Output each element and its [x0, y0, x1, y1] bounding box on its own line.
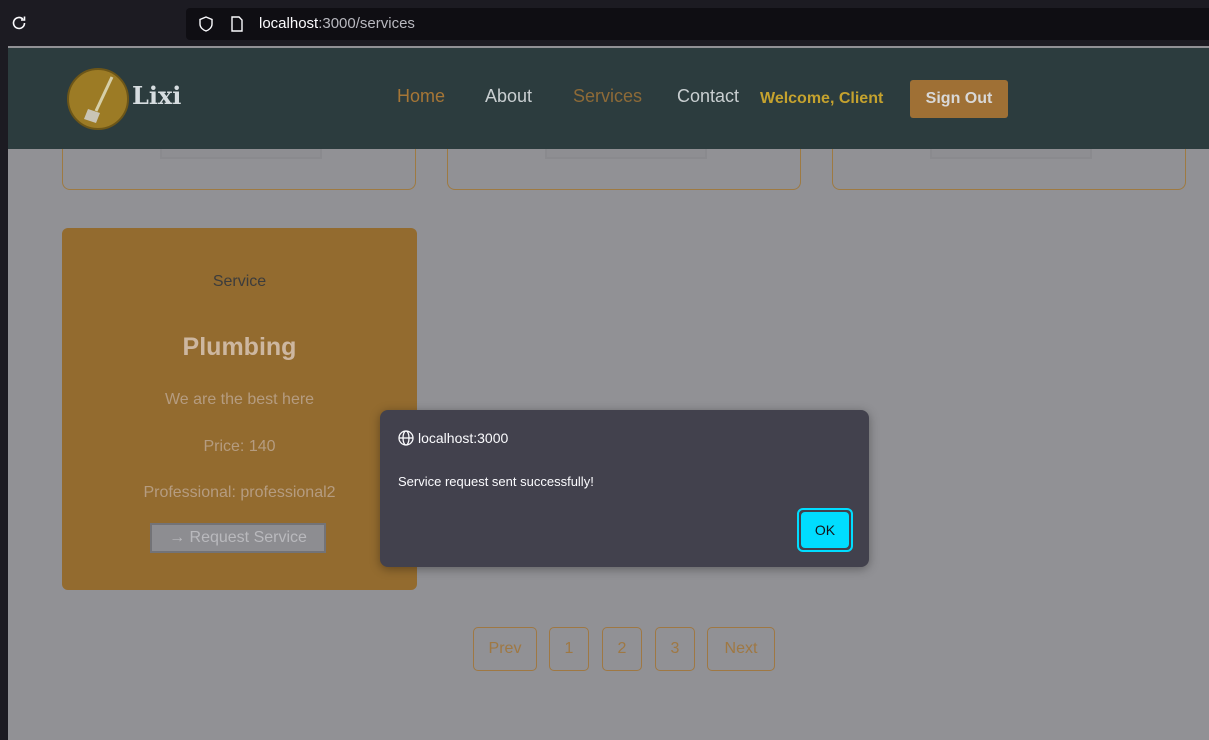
nav-home[interactable]: Home	[397, 86, 445, 107]
page-2-button[interactable]: 2	[602, 627, 642, 671]
prev-page-button[interactable]: Prev	[473, 627, 537, 671]
welcome-text: Welcome, Client	[760, 90, 884, 107]
url-text[interactable]: localhost:3000/services	[259, 15, 415, 32]
nav-about[interactable]: About	[485, 86, 532, 107]
dialog-message: Service request sent successfully!	[398, 474, 594, 489]
request-button-fragment[interactable]	[160, 149, 322, 159]
ok-button-label: OK	[801, 512, 849, 548]
service-price: Price: 140	[203, 438, 276, 455]
request-button-fragment[interactable]	[930, 149, 1092, 159]
page-3-button[interactable]: 3	[655, 627, 695, 671]
service-card: Service Plumbing We are the best here Pr…	[62, 228, 417, 590]
url-host: localhost	[259, 15, 319, 32]
ok-button[interactable]: OK	[797, 508, 853, 552]
service-card-fragment	[447, 149, 801, 190]
service-description: We are the best here	[164, 391, 315, 408]
service-card-fragment	[832, 149, 1186, 190]
service-title: Plumbing	[182, 333, 297, 361]
site-header: Lixi Home About Services Contact Welcome…	[8, 48, 1209, 149]
service-card-fragment	[62, 149, 416, 190]
shield-icon[interactable]	[198, 16, 214, 32]
alert-dialog: localhost:3000 Service request sent succ…	[380, 410, 869, 567]
next-page-button[interactable]: Next	[707, 627, 775, 671]
nav-contact[interactable]: Contact	[677, 86, 739, 107]
url-path: :3000/services	[318, 15, 415, 32]
nav-services[interactable]: Services	[573, 86, 642, 107]
request-service-button[interactable]: → Request Service	[150, 523, 326, 553]
page-1-button[interactable]: 1	[549, 627, 589, 671]
browser-toolbar: localhost:3000/services	[0, 0, 1209, 46]
page-icon	[231, 16, 243, 32]
globe-icon	[398, 430, 414, 446]
dialog-origin: localhost:3000	[418, 430, 509, 446]
url-bar[interactable]: localhost:3000/services	[186, 8, 1209, 40]
reload-icon[interactable]	[10, 14, 28, 32]
broom-logo-icon[interactable]	[66, 67, 130, 131]
page-frame-edge	[0, 46, 8, 740]
service-professional: Professional: professional2	[143, 484, 336, 501]
request-button-fragment[interactable]	[545, 149, 707, 159]
sign-out-button[interactable]: Sign Out	[910, 80, 1008, 118]
brand-name[interactable]: Lixi	[132, 81, 181, 110]
card-label: Service	[212, 273, 267, 290]
